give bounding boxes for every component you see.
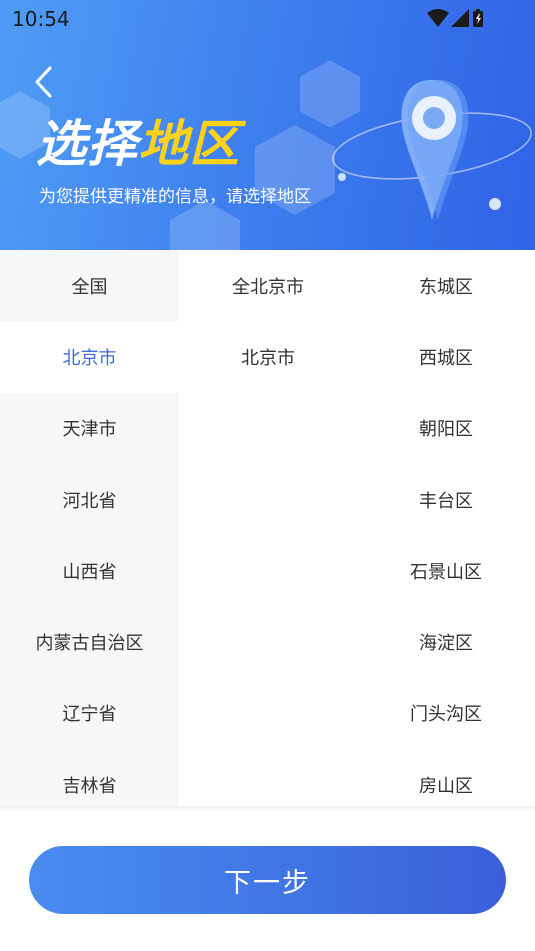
- province-item[interactable]: 吉林省: [0, 749, 179, 808]
- signal-icon: [451, 9, 469, 27]
- status-icons: [427, 8, 497, 30]
- decorative-hexagon: [170, 200, 240, 250]
- header-banner: 10:54 选择地区 为您提供更精准的信息，请选择地区: [0, 0, 535, 250]
- province-item[interactable]: 内蒙古自治区: [0, 606, 179, 677]
- province-list[interactable]: 全国 北京市 天津市 河北省 山西省 内蒙古自治区 辽宁省 吉林省: [0, 250, 179, 808]
- status-bar: 10:54: [0, 0, 535, 38]
- province-item[interactable]: 辽宁省: [0, 678, 179, 749]
- district-item[interactable]: 东城区: [357, 250, 535, 321]
- province-item[interactable]: 天津市: [0, 393, 179, 464]
- footer-divider: [0, 806, 535, 812]
- district-item[interactable]: 门头沟区: [357, 678, 535, 749]
- city-list[interactable]: 全北京市 北京市: [179, 250, 357, 808]
- province-item-selected[interactable]: 北京市: [0, 321, 179, 393]
- wifi-icon: [427, 9, 449, 27]
- page-title: 选择地区: [36, 112, 240, 176]
- province-item[interactable]: 全国: [0, 250, 179, 321]
- next-step-button[interactable]: 下一步: [29, 846, 506, 914]
- district-item[interactable]: 海淀区: [357, 606, 535, 677]
- city-item[interactable]: 全北京市: [179, 250, 357, 321]
- city-item[interactable]: 北京市: [179, 321, 357, 392]
- title-text: 选择: [36, 115, 138, 173]
- status-time: 10:54: [12, 7, 70, 31]
- title-highlight: 地区: [138, 115, 240, 173]
- battery-icon: [473, 9, 483, 27]
- district-item[interactable]: 石景山区: [357, 535, 535, 606]
- district-item[interactable]: 丰台区: [357, 464, 535, 535]
- chevron-left-icon: [35, 66, 52, 98]
- district-item[interactable]: 房山区: [357, 749, 535, 808]
- province-item[interactable]: 山西省: [0, 535, 179, 606]
- district-item[interactable]: 朝阳区: [357, 393, 535, 464]
- province-item[interactable]: 河北省: [0, 464, 179, 535]
- district-item[interactable]: 西城区: [357, 321, 535, 392]
- page-subtitle: 为您提供更精准的信息，请选择地区: [39, 187, 311, 207]
- district-list[interactable]: 东城区 西城区 朝阳区 丰台区 石景山区 海淀区 门头沟区 房山区: [357, 250, 535, 808]
- back-button[interactable]: [28, 62, 62, 102]
- location-pin-icon: [332, 80, 532, 220]
